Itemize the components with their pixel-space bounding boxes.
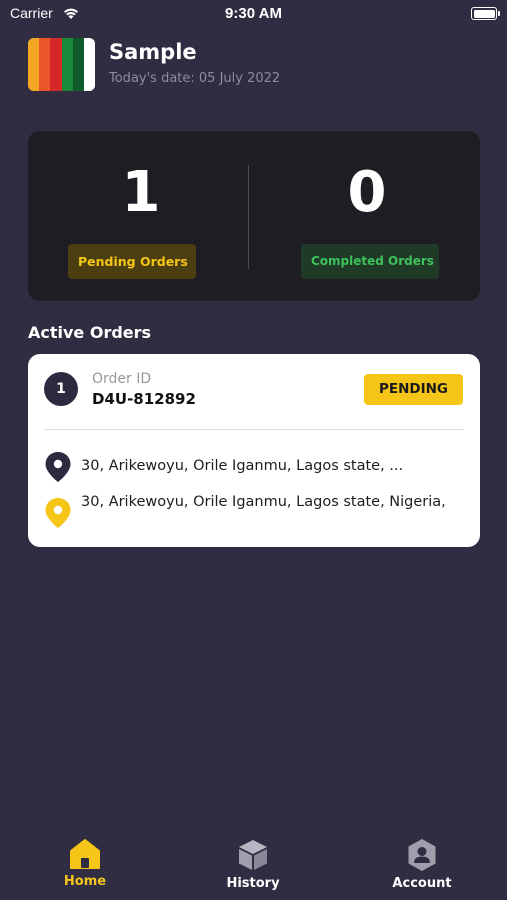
status-time: 9:30 AM	[225, 5, 282, 22]
pickup-location-pin-icon	[44, 451, 72, 483]
completed-orders-count: 0	[347, 160, 387, 225]
todays-date: Today's date: 05 July 2022	[109, 71, 281, 86]
account-icon	[367, 838, 477, 872]
stats-divider	[248, 165, 249, 269]
completed-orders-stat[interactable]: 0 Completed Orders	[254, 131, 480, 301]
logo-stripe	[72, 38, 84, 91]
store-name: Sample	[109, 40, 197, 64]
pending-orders-count: 1	[121, 160, 161, 225]
pending-orders-label: Pending Orders	[68, 244, 196, 279]
pickup-address: 30, Arikewoyu, Orile Iganmu, Lagos state…	[81, 458, 404, 474]
order-id-value: D4U-812892	[92, 390, 196, 408]
nav-account-label: Account	[392, 876, 452, 891]
dropoff-address: 30, Arikewoyu, Orile Iganmu, Lagos state…	[81, 494, 446, 510]
order-card[interactable]: 1 Order ID D4U-812892 PENDING 30, Arikew…	[28, 354, 480, 547]
logo-stripe	[50, 38, 62, 91]
logo-stripe	[61, 38, 73, 91]
completed-orders-label: Completed Orders	[301, 244, 439, 279]
nav-account[interactable]: Account	[367, 838, 477, 891]
nav-history-label: History	[226, 876, 280, 891]
order-index-badge: 1	[44, 372, 78, 406]
home-icon	[30, 838, 140, 870]
status-bar: Carrier 9:30 AM	[0, 0, 507, 28]
active-orders-title: Active Orders	[28, 323, 152, 342]
store-logo	[28, 38, 95, 91]
order-id-label: Order ID	[92, 371, 152, 387]
logo-stripe	[83, 38, 95, 91]
order-status-badge: PENDING	[364, 374, 463, 405]
logo-stripe	[28, 38, 40, 91]
card-divider	[44, 429, 464, 430]
dropoff-location-pin-icon	[44, 497, 72, 529]
bottom-navigation: Home History Account	[0, 830, 507, 900]
box-icon	[198, 838, 308, 872]
nav-history[interactable]: History	[198, 838, 308, 891]
logo-stripe	[39, 38, 51, 91]
order-stats-card: 1 Pending Orders 0 Completed Orders	[28, 131, 480, 301]
battery-icon	[471, 7, 500, 20]
pending-orders-stat[interactable]: 1 Pending Orders	[28, 131, 254, 301]
nav-home-label: Home	[63, 874, 107, 889]
nav-home[interactable]: Home	[30, 838, 140, 889]
